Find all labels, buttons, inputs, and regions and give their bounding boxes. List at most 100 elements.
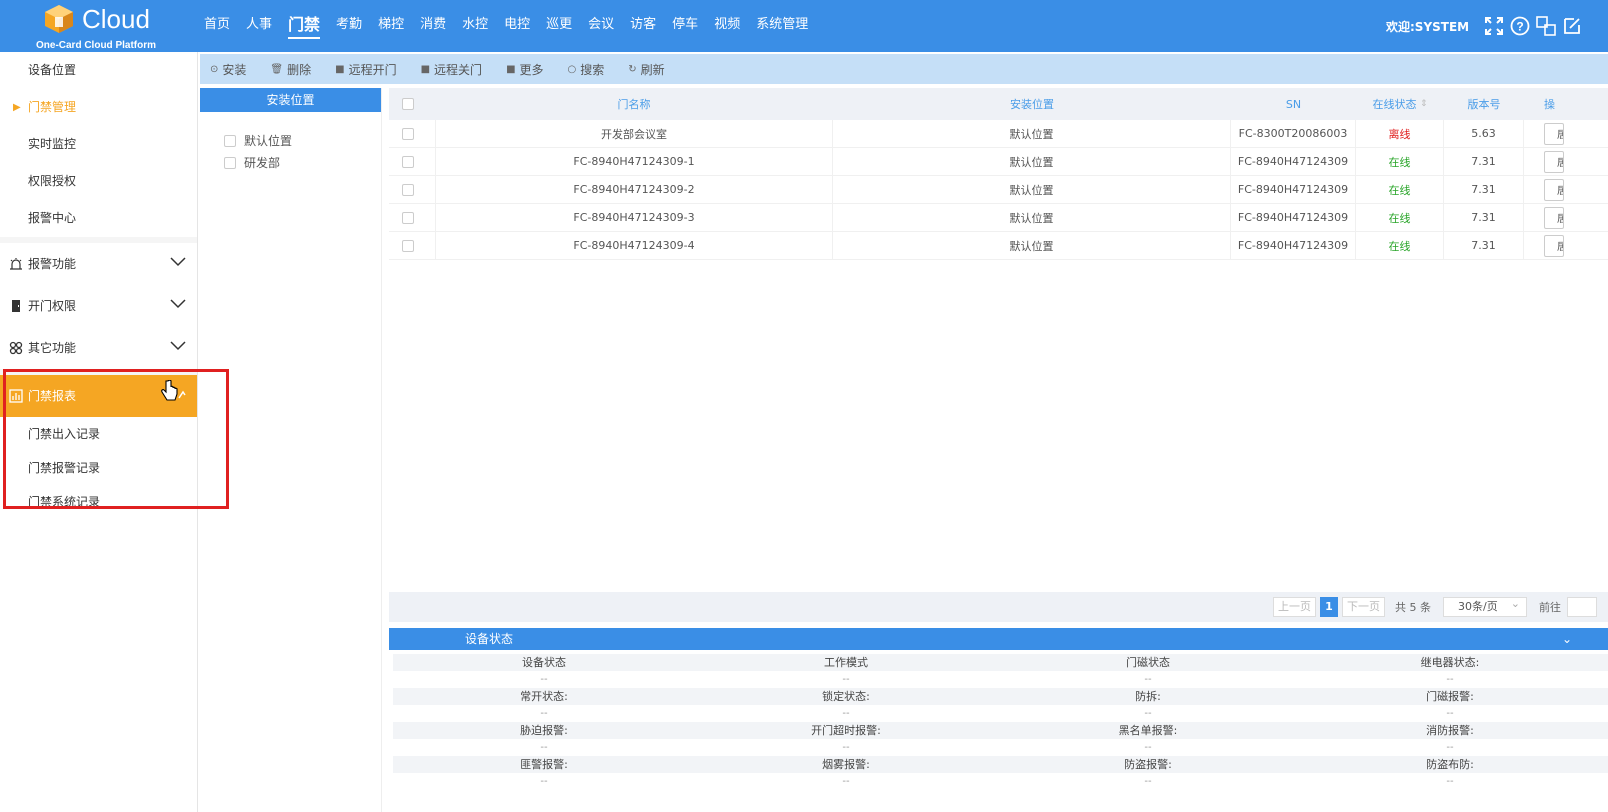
cell-door-name: FC-8940H47124309-4	[435, 232, 833, 259]
sidebar-item-access-management[interactable]: 门禁管理	[0, 89, 197, 126]
column-location[interactable]: 安装位置	[833, 88, 1231, 120]
cell-door-name: FC-8940H47124309-2	[435, 176, 833, 203]
sidebar-item-realtime-monitor[interactable]: 实时监控	[0, 126, 197, 163]
sort-icon[interactable]: ⇕	[1420, 99, 1428, 109]
status-label: 门磁报警:	[1426, 690, 1474, 703]
row-checkbox[interactable]	[402, 127, 414, 140]
nav-parking[interactable]: 停车	[664, 0, 706, 52]
table-header: 门名称 安装位置 SN 在线状态 ⇕ 版本号 操	[389, 88, 1608, 120]
status-label: 常开状态:	[520, 690, 568, 703]
column-online-status[interactable]: 在线状态 ⇕	[1356, 88, 1444, 120]
sidebar-item-alarm-records[interactable]: 门禁报警记录	[0, 451, 197, 485]
status-value: --	[842, 742, 850, 753]
svg-text:?: ?	[1516, 20, 1523, 34]
page-size-select[interactable]: 30条/页	[1443, 595, 1527, 617]
prev-page-button[interactable]: 上一页	[1273, 597, 1316, 617]
delete-button[interactable]: 🗑︎ 删除	[270, 61, 311, 78]
search-button[interactable]: ○ 搜索	[568, 61, 605, 78]
refresh-button[interactable]: ↻ 刷新	[628, 61, 664, 78]
sidebar-item-system-records[interactable]: 门禁系统记录	[0, 485, 197, 519]
nav-electric[interactable]: 电控	[496, 0, 538, 52]
table-row[interactable]: FC-8940H47124309-3 默认位置 FC-8940H47124309…	[389, 204, 1608, 232]
column-door-name[interactable]: 门名称	[435, 88, 833, 120]
row-checkbox[interactable]	[402, 239, 414, 252]
device-status-header[interactable]: 设备状态 ⌄	[389, 628, 1608, 650]
sidebar-item-device-location[interactable]: 设备位置	[0, 52, 197, 89]
door-close-icon: ■	[420, 63, 431, 75]
sidebar-item-authorization[interactable]: 权限授权	[0, 163, 197, 200]
cell-door-name: FC-8940H47124309-1	[435, 148, 833, 175]
nav-video[interactable]: 视频	[706, 0, 748, 52]
chevron-down-icon[interactable]: ⌄	[1562, 628, 1572, 650]
nav-visitor[interactable]: 访客	[622, 0, 664, 52]
nav-patrol[interactable]: 巡更	[538, 0, 580, 52]
cell-door-name: FC-8940H47124309-3	[435, 204, 833, 231]
row-action-button[interactable]: 居	[1544, 178, 1564, 201]
next-page-button[interactable]: 下一页	[1342, 597, 1385, 617]
status-label: 防拆:	[1135, 690, 1161, 703]
location-tree: 安装位置 默认位置 研发部	[200, 88, 382, 812]
status-label-row: 匪警报警: 烟雾报警: 防盗报警: 防盗布防:	[393, 756, 1608, 773]
cell-sn: FC-8300T20086003	[1231, 120, 1356, 147]
tree-checkbox[interactable]	[224, 157, 236, 169]
language-icon[interactable]	[1535, 15, 1557, 37]
remote-open-button[interactable]: ■ 远程开门	[335, 61, 396, 78]
column-sn[interactable]: SN	[1231, 88, 1356, 120]
tree-item-default-location[interactable]: 默认位置	[200, 130, 381, 152]
status-label: 防盗布防:	[1426, 758, 1474, 771]
sidebar-group-other[interactable]: 其它功能	[0, 327, 197, 369]
nav-meeting[interactable]: 会议	[580, 0, 622, 52]
table-row[interactable]: FC-8940H47124309-1 默认位置 FC-8940H47124309…	[389, 148, 1608, 176]
sidebar-group-door-permission[interactable]: 开门权限	[0, 285, 197, 327]
goto-label: 前往	[1539, 601, 1561, 614]
sidebar-item-alarm-center[interactable]: 报警中心	[0, 200, 197, 237]
status-value: --	[540, 708, 548, 719]
status-label: 门磁状态	[1126, 656, 1170, 669]
nav-system[interactable]: 系统管理	[748, 0, 816, 52]
nav-elevator[interactable]: 梯控	[370, 0, 412, 52]
logo[interactable]: Cloud One-Card Cloud Platform	[36, 2, 166, 52]
row-action-button[interactable]: 居	[1544, 150, 1564, 173]
status-value: --	[1446, 776, 1454, 787]
sidebar-group-alarm[interactable]: 报警功能	[0, 243, 197, 285]
row-checkbox[interactable]	[402, 211, 414, 224]
table-row[interactable]: FC-8940H47124309-2 默认位置 FC-8940H47124309…	[389, 176, 1608, 204]
more-icon: ■	[506, 63, 516, 75]
edit-icon[interactable]	[1561, 15, 1583, 37]
nav-consumption[interactable]: 消费	[412, 0, 454, 52]
status-label: 烟雾报警:	[822, 758, 870, 771]
nav-home[interactable]: 首页	[196, 0, 238, 52]
tree-checkbox[interactable]	[224, 135, 236, 147]
nav-attendance[interactable]: 考勤	[328, 0, 370, 52]
door-open-icon: ■	[335, 63, 345, 75]
cell-location: 默认位置	[833, 232, 1231, 259]
plus-circle-icon: ⊙	[210, 63, 219, 75]
table-row[interactable]: FC-8940H47124309-4 默认位置 FC-8940H47124309…	[389, 232, 1608, 260]
status-value: --	[1446, 742, 1454, 753]
nav-access-control[interactable]: 门禁	[280, 0, 328, 52]
row-action-button[interactable]: 居	[1544, 234, 1564, 257]
sidebar-item-access-records[interactable]: 门禁出入记录	[0, 417, 197, 451]
help-icon[interactable]: ?	[1509, 15, 1531, 37]
install-button[interactable]: ⊙ 安装	[210, 61, 246, 78]
status-value: --	[842, 674, 850, 685]
row-action-button[interactable]: 居	[1544, 122, 1564, 145]
status-value: --	[1144, 708, 1152, 719]
row-checkbox[interactable]	[402, 155, 414, 168]
table-row[interactable]: 开发部会议室 默认位置 FC-8300T20086003 离线 5.63 居	[389, 120, 1608, 148]
row-checkbox[interactable]	[402, 183, 414, 196]
nav-personnel[interactable]: 人事	[238, 0, 280, 52]
goto-input[interactable]	[1567, 597, 1597, 617]
column-version[interactable]: 版本号	[1444, 88, 1524, 120]
device-status-title: 设备状态	[465, 632, 514, 646]
logo-text: Cloud	[82, 4, 150, 34]
more-button[interactable]: ■ 更多	[506, 61, 543, 78]
remote-close-button[interactable]: ■ 远程关门	[421, 61, 482, 78]
row-action-button[interactable]: 居	[1544, 206, 1564, 229]
select-all-checkbox[interactable]	[402, 98, 414, 110]
fullscreen-icon[interactable]	[1483, 15, 1505, 37]
status-value: --	[1144, 776, 1152, 787]
current-page[interactable]: 1	[1320, 597, 1338, 617]
tree-item-rd-dept[interactable]: 研发部	[200, 152, 381, 174]
nav-water[interactable]: 水控	[454, 0, 496, 52]
